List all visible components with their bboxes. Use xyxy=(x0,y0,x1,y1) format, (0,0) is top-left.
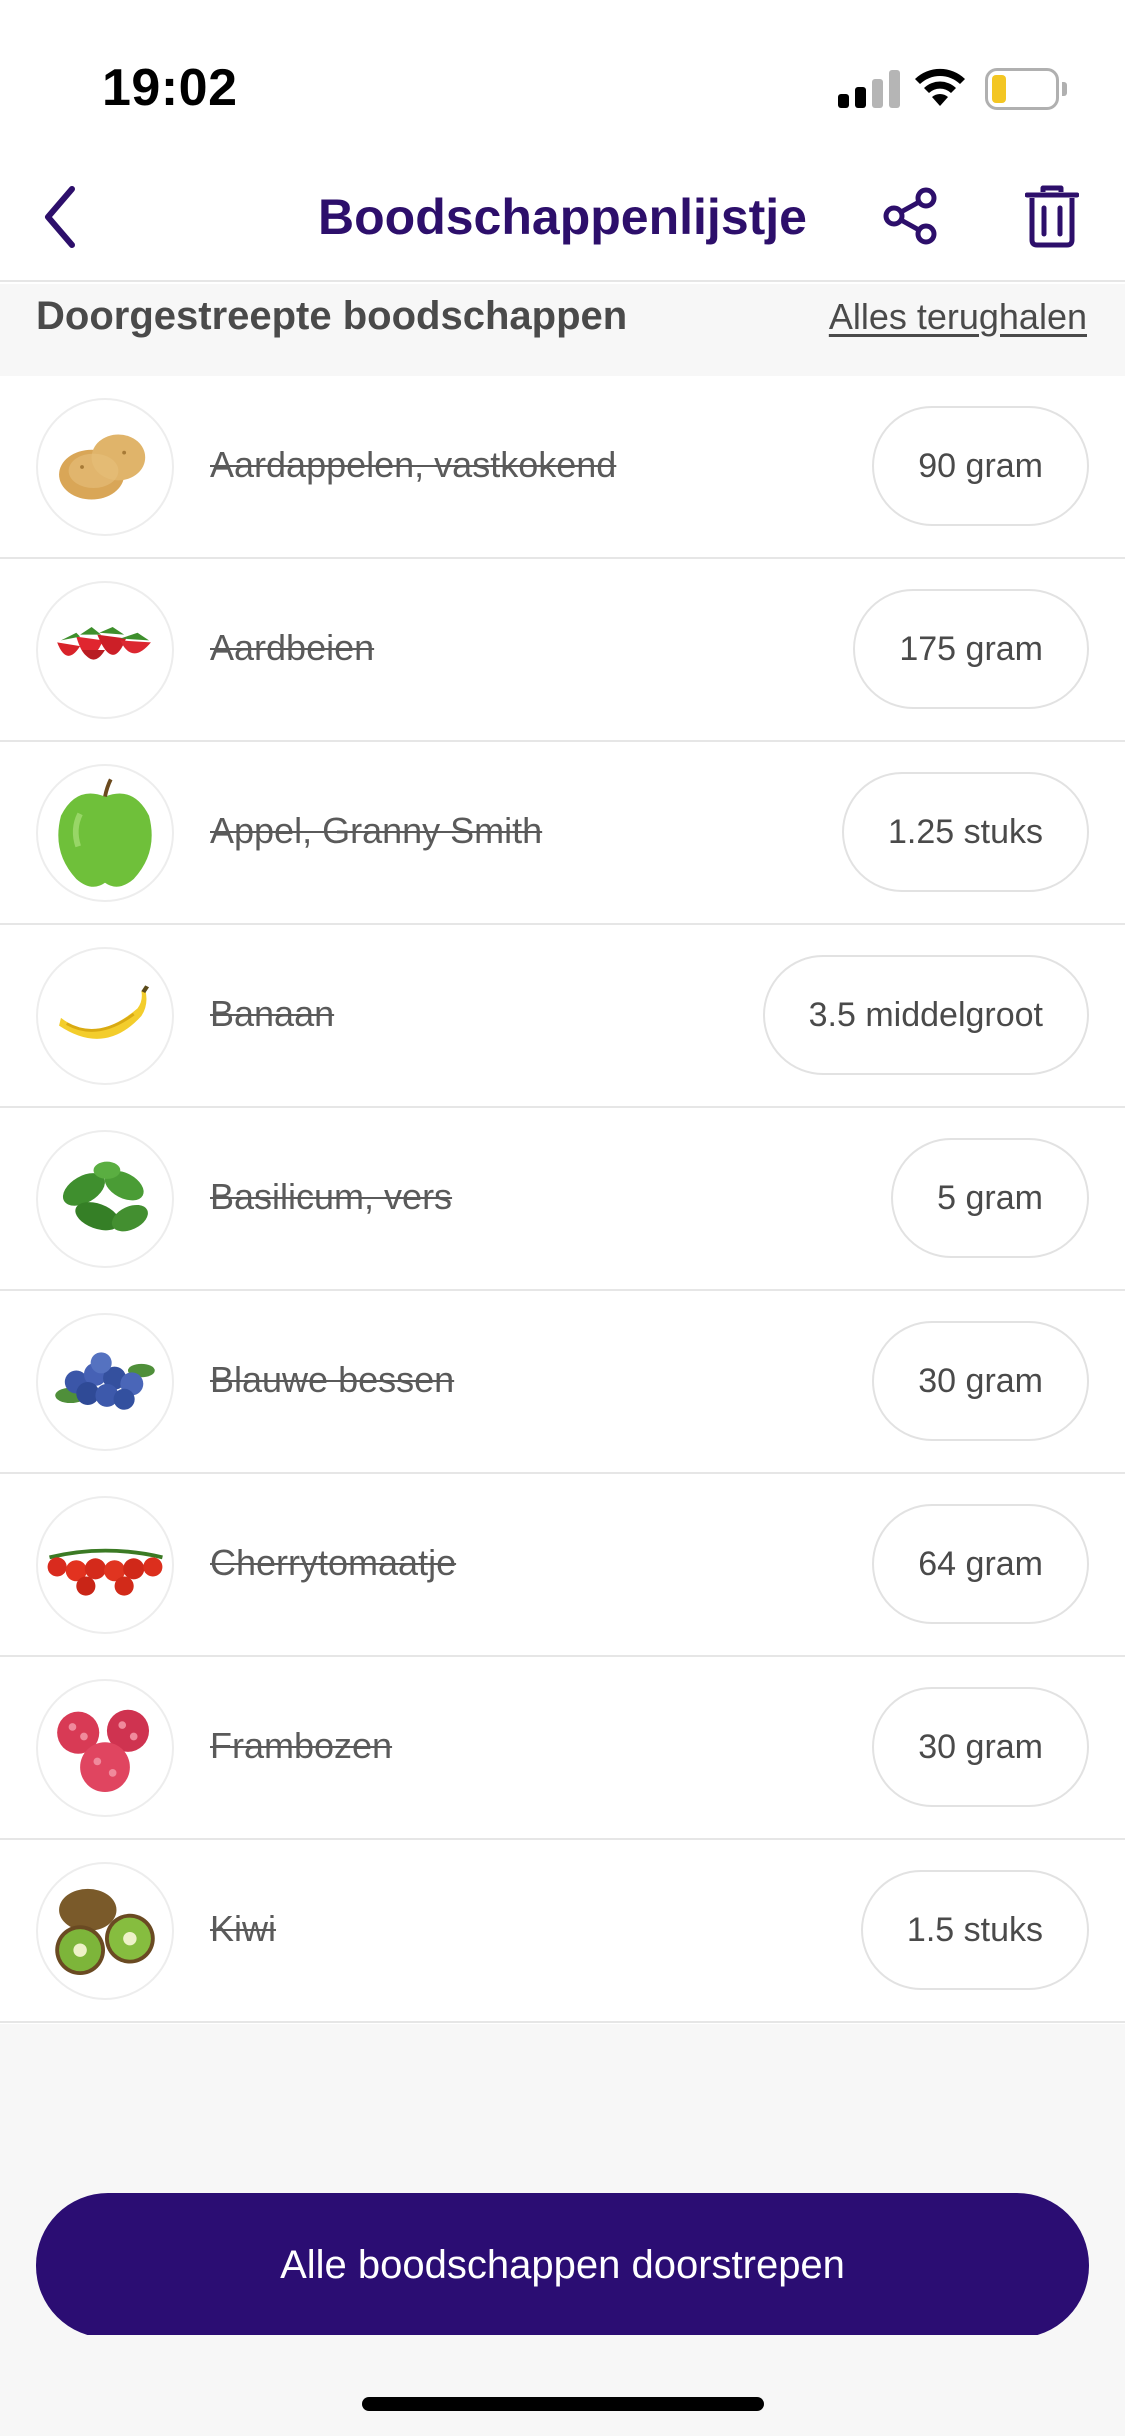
potato-icon xyxy=(36,398,174,536)
restore-all-link[interactable]: Alles terughalen xyxy=(829,296,1087,338)
page-title-text: Boodschappenlijstje xyxy=(318,189,807,245)
quantity-badge[interactable]: 175 gram xyxy=(853,589,1089,709)
blueberry-icon xyxy=(36,1313,174,1451)
kiwi-icon xyxy=(36,1862,174,2000)
strike-all-button[interactable]: Alle boodschappen doorstrepen xyxy=(36,2193,1089,2338)
item-name: Aardappelen, vastkokend xyxy=(210,444,617,485)
quantity-badge[interactable]: 1.25 stuks xyxy=(842,772,1089,892)
section-header: Doorgestreepte boodschappen Alles terugh… xyxy=(0,284,1125,376)
item-name: Aardbeien xyxy=(210,627,375,668)
quantity-badge[interactable]: 90 gram xyxy=(872,406,1089,526)
signal-icon xyxy=(838,70,900,108)
list-item[interactable]: Banaan 3.5 middelgroot xyxy=(0,925,1125,1108)
page-title: Boodschappenlijstje xyxy=(0,188,1125,246)
list-item[interactable]: Frambozen 30 gram xyxy=(0,1657,1125,1840)
share-button[interactable] xyxy=(876,182,944,250)
banana-icon xyxy=(36,947,174,1085)
list-item[interactable]: Aardbeien 175 gram xyxy=(0,559,1125,742)
quantity-badge[interactable]: 3.5 middelgroot xyxy=(762,955,1089,1075)
item-name: Frambozen xyxy=(210,1725,393,1766)
item-name: Cherrytomaatje xyxy=(210,1542,457,1583)
list-item[interactable]: Appel, Granny Smith 1.25 stuks xyxy=(0,742,1125,925)
nav-bar: Boodschappenlijstje xyxy=(0,150,1125,282)
item-name: Blauwe bessen xyxy=(210,1359,455,1400)
home-indicator xyxy=(362,2397,764,2411)
bottom-safe-area xyxy=(0,2335,1125,2436)
apple-icon xyxy=(36,764,174,902)
section-title: Doorgestreepte boodschappen xyxy=(36,294,628,338)
trash-icon xyxy=(1025,185,1079,248)
delete-button[interactable] xyxy=(1020,180,1084,252)
quantity-badge[interactable]: 30 gram xyxy=(872,1687,1089,1807)
item-name: Banaan xyxy=(210,993,335,1034)
list-item[interactable]: Kiwi 1.5 stuks xyxy=(0,1840,1125,2023)
raspberry-icon xyxy=(36,1679,174,1817)
basil-icon xyxy=(36,1130,174,1268)
share-icon xyxy=(883,187,937,245)
item-name: Basilicum, vers xyxy=(210,1176,453,1217)
status-bar: 19:02 xyxy=(0,0,1125,150)
quantity-badge[interactable]: 30 gram xyxy=(872,1321,1089,1441)
list-item[interactable]: Blauwe bessen 30 gram xyxy=(0,1291,1125,1474)
list-item[interactable]: Aardappelen, vastkokend 90 gram xyxy=(0,376,1125,559)
quantity-badge[interactable]: 64 gram xyxy=(872,1504,1089,1624)
list-item[interactable]: Basilicum, vers 5 gram xyxy=(0,1108,1125,1291)
tomato-icon xyxy=(36,1496,174,1634)
quantity-badge[interactable]: 5 gram xyxy=(891,1138,1089,1258)
item-name: Kiwi xyxy=(210,1908,277,1949)
grocery-list: Aardappelen, vastkokend 90 gram Aardbeie… xyxy=(0,376,1125,2023)
list-item[interactable]: Cherrytomaatje 64 gram xyxy=(0,1474,1125,1657)
item-name: Appel, Granny Smith xyxy=(210,810,543,851)
wifi-icon xyxy=(912,64,968,108)
battery-icon xyxy=(985,68,1067,110)
quantity-badge[interactable]: 1.5 stuks xyxy=(860,1870,1089,1990)
status-time: 19:02 xyxy=(102,59,238,117)
strawberry-icon xyxy=(36,581,174,719)
